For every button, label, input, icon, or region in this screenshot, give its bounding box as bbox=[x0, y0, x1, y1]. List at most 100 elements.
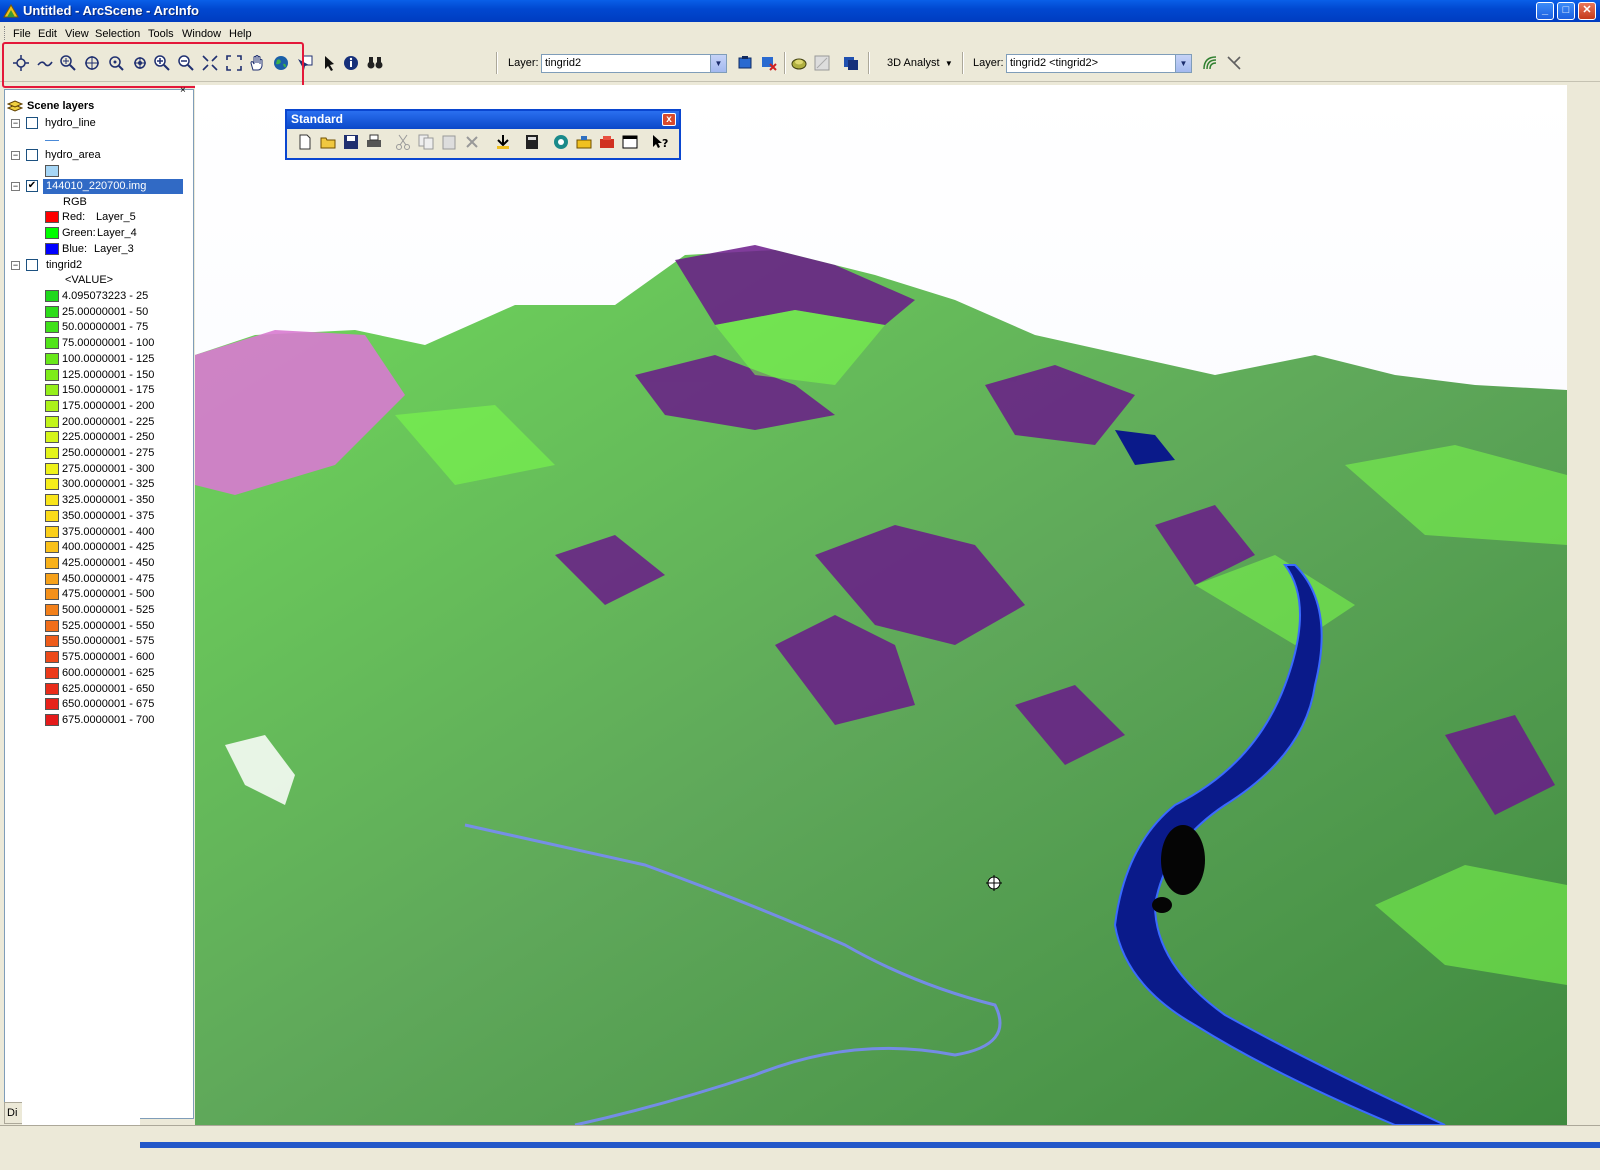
class-swatch bbox=[45, 290, 59, 302]
minimize-button[interactable]: _ bbox=[1536, 2, 1554, 20]
layer-checkbox-hydro-line[interactable] bbox=[26, 117, 38, 129]
close-icon[interactable]: x bbox=[662, 113, 676, 126]
layer-dropdown-1[interactable]: tingrid2 ▼ bbox=[541, 54, 727, 73]
class-swatch bbox=[45, 494, 59, 507]
find-binoculars-icon[interactable] bbox=[366, 54, 384, 72]
toolbar-separator bbox=[496, 52, 498, 74]
class-label: 100.0000001 - 125 bbox=[62, 352, 155, 365]
value-field-label: <VALUE> bbox=[65, 274, 114, 286]
class-swatch bbox=[45, 588, 59, 601]
class-swatch bbox=[45, 399, 59, 412]
3d-analyst-label: 3D Analyst bbox=[887, 57, 940, 69]
layer-label-2: Layer: bbox=[973, 57, 1004, 69]
layer-name-hydro-area[interactable]: hydro_area bbox=[45, 149, 101, 165]
blue-band-label: Blue: bbox=[62, 243, 88, 255]
menu-window[interactable]: Window bbox=[182, 28, 221, 40]
new-window-icon[interactable] bbox=[621, 133, 639, 151]
class-swatch bbox=[45, 415, 59, 428]
add-data-icon[interactable] bbox=[494, 133, 512, 151]
menu-view[interactable]: View bbox=[65, 28, 89, 40]
class-label: 500.0000001 - 525 bbox=[62, 604, 155, 616]
contour-icon[interactable] bbox=[1201, 54, 1219, 72]
class-swatch bbox=[45, 321, 59, 334]
class-swatch bbox=[45, 384, 59, 397]
arctoolbox-icon[interactable] bbox=[575, 133, 593, 151]
red-band-value: Layer_5 bbox=[96, 211, 136, 223]
collapse-icon[interactable]: − bbox=[11, 151, 20, 160]
chevron-down-icon[interactable]: ▼ bbox=[710, 55, 726, 72]
menu-file[interactable]: File bbox=[13, 28, 31, 40]
class-swatch bbox=[45, 462, 59, 475]
class-label: 175.0000001 - 200 bbox=[62, 399, 155, 412]
open-folder-icon[interactable] bbox=[319, 133, 337, 151]
class-label: 325.0000001 - 350 bbox=[62, 494, 155, 507]
layer-name-hydro-line[interactable]: hydro_line bbox=[45, 117, 96, 133]
collapse-icon[interactable]: − bbox=[11, 182, 20, 191]
menu-edit[interactable]: Edit bbox=[38, 28, 57, 40]
whats-this-help-icon[interactable]: ? bbox=[651, 133, 669, 151]
class-label: 575.0000001 - 600 bbox=[62, 651, 155, 664]
paste-icon[interactable] bbox=[440, 133, 458, 151]
class-label: 675.0000001 - 700 bbox=[62, 713, 155, 726]
layer-name-raster[interactable]: 144010_220700.img bbox=[46, 180, 146, 196]
chevron-down-icon: ▼ bbox=[942, 59, 953, 68]
close-icon[interactable]: × bbox=[180, 85, 186, 96]
extrude-icon[interactable] bbox=[790, 54, 808, 72]
green-band-value: Layer_4 bbox=[97, 227, 137, 239]
print-icon[interactable] bbox=[365, 133, 383, 151]
pond bbox=[1161, 825, 1205, 895]
collapse-icon[interactable]: − bbox=[11, 261, 20, 270]
class-label: 600.0000001 - 625 bbox=[62, 666, 155, 679]
copy-icon[interactable] bbox=[417, 133, 435, 151]
maximize-button[interactable]: □ bbox=[1557, 2, 1575, 20]
menu-tools[interactable]: Tools bbox=[148, 28, 174, 40]
class-swatch bbox=[45, 682, 59, 695]
save-icon[interactable] bbox=[342, 133, 360, 151]
new-document-icon[interactable] bbox=[296, 133, 314, 151]
polygon-symbol bbox=[45, 165, 59, 177]
3d-analyst-menu[interactable]: 3D Analyst ▼ bbox=[887, 57, 953, 69]
class-swatch bbox=[45, 619, 59, 632]
layer-checkbox-hydro-area[interactable] bbox=[26, 149, 38, 161]
cut-icon[interactable] bbox=[394, 133, 412, 151]
collapse-icon[interactable]: − bbox=[11, 119, 20, 128]
menu-help[interactable]: Help bbox=[229, 28, 252, 40]
class-label: 75.00000001 - 100 bbox=[62, 337, 155, 350]
class-label: 450.0000001 - 475 bbox=[62, 572, 155, 585]
class-label: 150.0000001 - 175 bbox=[62, 384, 155, 397]
green-band-swatch bbox=[45, 227, 59, 239]
class-label: 4.095073223 - 25 bbox=[62, 290, 149, 302]
select-elements-arrow-icon[interactable] bbox=[320, 54, 338, 72]
layer-checkbox-tingrid2[interactable] bbox=[26, 259, 38, 271]
class-label: 525.0000001 - 550 bbox=[62, 619, 155, 632]
scene-properties-icon[interactable] bbox=[842, 54, 860, 72]
arccatalog-icon[interactable] bbox=[552, 133, 570, 151]
layer-checkbox-raster[interactable]: ✔ bbox=[26, 180, 38, 192]
toolbar-separator bbox=[784, 52, 786, 74]
delete-icon[interactable] bbox=[463, 133, 481, 151]
svg-text:?: ? bbox=[662, 137, 668, 150]
identify-icon[interactable] bbox=[342, 54, 360, 72]
chevron-down-icon[interactable]: ▼ bbox=[1175, 55, 1191, 72]
display-tab[interactable]: Di bbox=[4, 1102, 24, 1124]
class-label: 400.0000001 - 425 bbox=[62, 541, 155, 554]
close-button[interactable]: ✕ bbox=[1578, 2, 1596, 20]
class-swatch bbox=[45, 368, 59, 381]
class-swatch bbox=[45, 572, 59, 585]
steepest-path-icon[interactable] bbox=[1225, 54, 1243, 72]
class-swatch bbox=[45, 431, 59, 444]
layer-name-tingrid2[interactable]: tingrid2 bbox=[46, 259, 82, 275]
standard-toolbar-header[interactable]: Standard x bbox=[287, 111, 679, 129]
interpolate-icon[interactable] bbox=[813, 54, 831, 72]
toolbar-grip[interactable] bbox=[4, 26, 7, 40]
remove-layer-icon[interactable] bbox=[760, 54, 778, 72]
calculator-icon[interactable] bbox=[523, 133, 541, 151]
add-data-layer-icon[interactable] bbox=[736, 54, 754, 72]
layer-dropdown-2[interactable]: tingrid2 <tingrid2> ▼ bbox=[1006, 54, 1192, 73]
menu-selection[interactable]: Selection bbox=[95, 28, 140, 40]
class-swatch bbox=[45, 447, 59, 459]
class-label: 225.0000001 - 250 bbox=[62, 431, 155, 444]
model-builder-icon[interactable] bbox=[598, 133, 616, 151]
rgb-label: RGB bbox=[63, 196, 87, 208]
scene-view-3d[interactable] bbox=[195, 85, 1567, 1125]
